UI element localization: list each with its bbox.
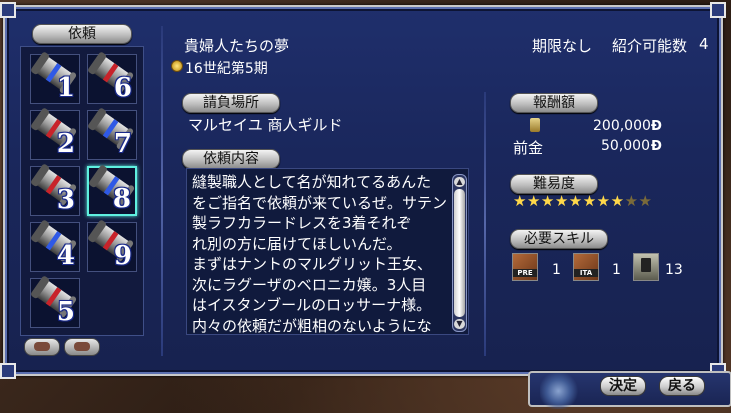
difficulty-label: 難易度 [510, 174, 598, 194]
era-medal-icon [171, 60, 183, 72]
quest-slot-8[interactable]: 8 [87, 166, 137, 216]
slot-number: 2 [56, 129, 75, 159]
slot-number: 6 [113, 73, 132, 103]
quest-slot-9[interactable]: 9 [87, 222, 137, 272]
slot-number: 8 [112, 184, 131, 214]
skill-level: 13 [665, 262, 683, 278]
quest-slot-5[interactable]: 5 [30, 278, 80, 328]
content-line: まずはナントのマルグリット王女、 [192, 255, 433, 273]
reward-amount: 200,000 [593, 118, 651, 134]
skill-level: 1 [612, 262, 621, 278]
back-button[interactable]: 戻る [659, 376, 705, 396]
quest-title: 貴婦人たちの夢 [184, 37, 290, 55]
location-value: マルセイユ 商人ギルド [188, 116, 343, 134]
decoration-icon [540, 373, 586, 409]
scroll-down-icon[interactable]: ▼ [454, 319, 465, 329]
skill-code: PRE [513, 269, 537, 277]
quest-slot-2[interactable]: 2 [30, 110, 80, 160]
divider [484, 92, 486, 356]
confirm-button[interactable]: 決定 [600, 376, 646, 396]
skill-level: 1 [552, 262, 561, 278]
content-line: はイスタンブールのロッサーナ様。 [192, 296, 432, 314]
divider [161, 26, 163, 356]
skill-code: ITA [574, 269, 598, 277]
quest-slot-4[interactable]: 4 [30, 222, 80, 272]
content-label: 依頼内容 [182, 149, 280, 169]
content-text: 縫製職人として名が知れてるあんた をご指名で依頼が来ているぜ。サテン 製ラフカラード… [192, 172, 450, 336]
advance-label: 前金 [513, 139, 544, 157]
slot-number: 1 [56, 73, 75, 103]
quest-list-title: 依頼 [32, 24, 132, 44]
content-line: 縫製職人として名が知れてるあんた [192, 173, 432, 191]
content-line: 内々の依頼だが粗相のないようにな [192, 316, 432, 335]
content-line: 次にラグーザのベロニカ嬢。3人目 [192, 275, 427, 294]
content-scrollbar[interactable]: ▲ ▼ [452, 174, 467, 332]
reward-label: 報酬額 [510, 93, 598, 113]
ducat-icon: Ð [651, 139, 662, 154]
intro-label: 紹介可能数 [612, 37, 688, 55]
star-off-icon: ★★ [624, 192, 653, 210]
content-line: 製ラフカラードレスを3着それぞ [192, 214, 412, 232]
frame-corner [710, 2, 726, 18]
slot-number: 9 [113, 241, 132, 271]
slot-number: 3 [56, 185, 75, 215]
frame-corner [0, 2, 16, 18]
slot-number: 7 [113, 129, 132, 159]
filter-button-2[interactable] [64, 338, 100, 356]
star-on-icon: ★★★★★★★★ [513, 192, 625, 210]
slot-number: 4 [56, 241, 75, 271]
difficulty-stars: ★★★★★★★★★★ [513, 192, 652, 210]
skill-book-icon: PRE [512, 253, 538, 281]
skills-label: 必要スキル [510, 229, 608, 249]
skill-sewing-icon [633, 253, 659, 281]
scroll-thumb[interactable] [454, 189, 465, 317]
quest-slot-3[interactable]: 3 [30, 166, 80, 216]
deadline: 期限なし [532, 37, 593, 55]
ducat-icon: Ð [651, 119, 662, 134]
filter-button-1[interactable] [24, 338, 60, 356]
content-line: をご指名で依頼が来ているぜ。サテン [192, 193, 448, 212]
location-label: 請負場所 [182, 93, 280, 113]
scroll-up-icon[interactable]: ▲ [454, 177, 465, 187]
money-bag-icon [530, 118, 540, 132]
advance-amount: 50,000 [601, 138, 650, 154]
content-line: れ別の方に届けてほしいんだ。 [192, 234, 402, 253]
frame-corner [0, 363, 16, 379]
era: 16世紀第5期 [185, 61, 268, 77]
quest-slot-7[interactable]: 7 [87, 110, 137, 160]
quest-slot-6[interactable]: 6 [87, 54, 137, 104]
slot-number: 5 [56, 297, 75, 327]
skill-book-icon: ITA [573, 253, 599, 281]
quest-slot-1[interactable]: 1 [30, 54, 80, 104]
intro-count: 4 [699, 35, 709, 53]
